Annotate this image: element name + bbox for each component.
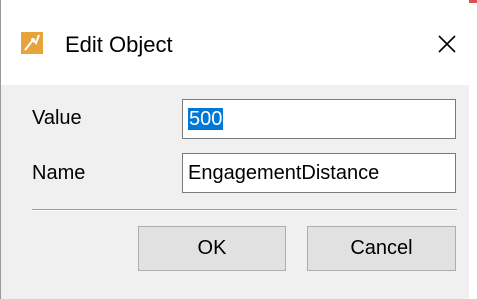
close-icon <box>438 35 456 53</box>
name-field[interactable]: EngagementDistance <box>182 153 456 193</box>
name-text: EngagementDistance <box>188 162 380 184</box>
dialog-content: Value 500 Name EngagementDistance OK Can… <box>1 85 469 299</box>
ok-button[interactable]: OK <box>138 226 286 271</box>
window-title: Edit Object <box>65 32 173 57</box>
close-button[interactable] <box>425 22 469 66</box>
cancel-button[interactable]: Cancel <box>307 226 456 271</box>
value-text: 500 <box>188 108 224 130</box>
background-window-edge <box>468 0 477 3</box>
value-field[interactable]: 500 <box>182 99 456 139</box>
edit-object-dialog: Edit Object Value 500 Name EngagementDis… <box>1 0 469 299</box>
value-label: Value <box>32 107 82 129</box>
separator-highlight <box>32 210 457 211</box>
title-bar[interactable]: Edit Object <box>1 0 469 85</box>
name-label: Name <box>32 162 86 184</box>
app-icon <box>21 32 43 54</box>
